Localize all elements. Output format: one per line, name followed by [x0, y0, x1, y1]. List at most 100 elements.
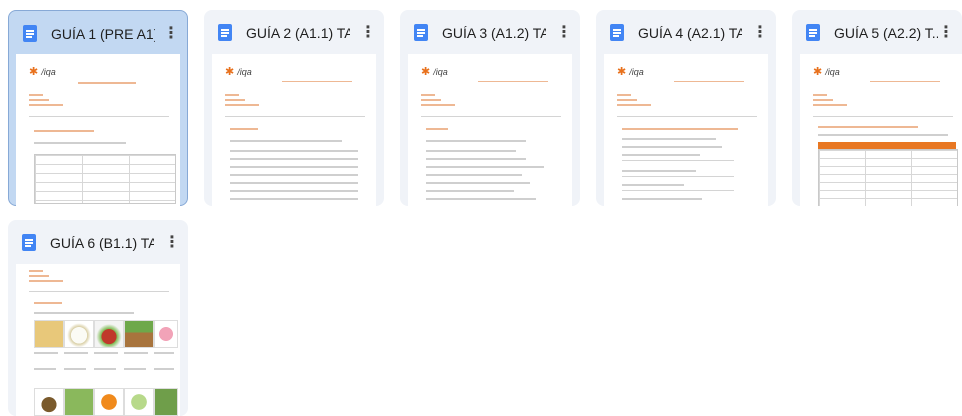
doc-text-line — [230, 140, 342, 142]
more-vert-icon[interactable]: ⋮ — [163, 23, 179, 45]
file-title[interactable]: GUÍA 1 (PRE A1) ... — [51, 25, 155, 43]
food-image-bowl — [34, 388, 64, 416]
doc-text-line — [230, 190, 358, 192]
document-thumbnail[interactable]: ✱/iqa — [604, 54, 768, 206]
file-title[interactable]: GUÍA 3 (A1.2) TA... — [442, 24, 546, 42]
doc-field-line — [421, 94, 435, 96]
doc-text-line — [154, 352, 174, 354]
doc-field-line — [617, 104, 651, 106]
file-title[interactable]: GUÍA 5 (A2.2) T... — [834, 24, 938, 42]
doc-text-line — [426, 198, 536, 200]
doc-text-line — [94, 352, 118, 354]
star-logo-icon: ✱ — [225, 66, 235, 78]
doc-text-line — [622, 138, 716, 140]
doc-text-line — [230, 182, 358, 184]
food-image-herbs — [154, 388, 178, 416]
doc-rule — [29, 291, 169, 292]
file-card-guia-4[interactable]: GUÍA 4 (A2.1) TA... ⋮ ✱/iqa — [596, 10, 776, 206]
siqa-logo: ✱/iqa — [813, 66, 840, 78]
doc-field-line — [225, 99, 245, 101]
food-image-cake — [154, 320, 178, 348]
doc-field-line — [617, 94, 631, 96]
doc-text-line — [124, 368, 146, 370]
doc-section-title — [818, 126, 918, 128]
doc-text-line — [94, 368, 116, 370]
doc-rule — [29, 116, 169, 117]
doc-field-line — [29, 270, 43, 272]
more-vert-icon[interactable]: ⋮ — [360, 22, 376, 44]
doc-text-line — [64, 368, 86, 370]
doc-field-line — [813, 94, 827, 96]
doc-field-line — [225, 104, 259, 106]
doc-answer-line — [622, 176, 734, 177]
doc-answer-line — [622, 190, 734, 191]
doc-heading-line — [282, 81, 352, 82]
doc-text-line — [154, 368, 174, 370]
doc-rule — [225, 116, 365, 117]
more-vert-icon[interactable]: ⋮ — [556, 22, 572, 44]
doc-text-line — [426, 174, 522, 176]
doc-field-line — [617, 99, 637, 101]
doc-text-line — [426, 140, 526, 142]
doc-field-line — [29, 99, 49, 101]
food-image-tomato — [94, 320, 124, 348]
doc-text-line — [622, 170, 696, 172]
file-title[interactable]: GUÍA 4 (A2.1) TA... — [638, 24, 742, 42]
file-card-guia-6[interactable]: GUÍA 6 (B1.1) TA... ⋮ — [8, 220, 188, 416]
document-thumbnail[interactable]: ✱/iqa — [212, 54, 376, 206]
more-vert-icon[interactable]: ⋮ — [938, 22, 954, 44]
doc-text-line — [64, 352, 88, 354]
food-image-orange — [94, 388, 124, 416]
doc-field-line — [29, 280, 63, 282]
doc-text-line — [426, 190, 514, 192]
document-thumbnail[interactable]: ✱/iqa — [16, 54, 180, 206]
doc-text-line — [622, 184, 684, 186]
doc-field-line — [813, 99, 833, 101]
file-card-header[interactable]: GUÍA 6 (B1.1) TA... ⋮ — [8, 220, 188, 264]
file-title[interactable]: GUÍA 2 (A1.1) TA... — [246, 24, 350, 42]
star-logo-icon: ✱ — [617, 66, 627, 78]
doc-table — [34, 154, 176, 204]
siqa-logo: ✱/iqa — [225, 66, 252, 78]
file-card-header[interactable]: GUÍA 2 (A1.1) TA... ⋮ — [204, 10, 384, 54]
google-docs-icon — [22, 234, 36, 251]
file-card-guia-1[interactable]: GUÍA 1 (PRE A1) ... ⋮ ✱/iqa — [8, 10, 188, 206]
file-card-header[interactable]: GUÍA 4 (A2.1) TA... ⋮ — [596, 10, 776, 54]
document-thumbnail[interactable]: ✱/iqa — [800, 54, 962, 206]
doc-text-line — [230, 158, 358, 160]
doc-field-line — [421, 99, 441, 101]
google-docs-icon — [23, 25, 37, 42]
doc-heading-line — [674, 81, 744, 82]
google-docs-icon — [218, 24, 232, 41]
file-card-header[interactable]: GUÍA 1 (PRE A1) ... ⋮ — [9, 11, 187, 55]
file-card-guia-5[interactable]: GUÍA 5 (A2.2) T... ⋮ ✱/iqa — [792, 10, 962, 206]
more-vert-icon[interactable]: ⋮ — [164, 232, 180, 254]
google-docs-icon — [806, 24, 820, 41]
file-card-guia-3[interactable]: GUÍA 3 (A1.2) TA... ⋮ ✱/iqa — [400, 10, 580, 206]
document-thumbnail[interactable] — [16, 264, 180, 416]
doc-text-line — [426, 150, 516, 152]
doc-text-line — [426, 158, 526, 160]
food-image-egg — [64, 320, 94, 348]
food-image-cheese — [124, 388, 154, 416]
file-card-header[interactable]: GUÍA 5 (A2.2) T... ⋮ — [792, 10, 962, 54]
doc-section-title — [34, 302, 62, 304]
more-vert-icon[interactable]: ⋮ — [752, 22, 768, 44]
star-logo-icon: ✱ — [421, 66, 431, 78]
doc-text-line — [230, 150, 358, 152]
doc-text-line — [124, 352, 148, 354]
document-thumbnail[interactable]: ✱/iqa — [408, 54, 572, 206]
doc-text-line — [818, 134, 948, 136]
doc-text-line — [230, 166, 358, 168]
doc-section-title — [426, 128, 448, 130]
doc-field-line — [29, 275, 49, 277]
doc-heading-line — [478, 81, 548, 82]
doc-field-line — [225, 94, 239, 96]
star-logo-icon: ✱ — [813, 66, 823, 78]
file-card-header[interactable]: GUÍA 3 (A1.2) TA... ⋮ — [400, 10, 580, 54]
file-card-guia-2[interactable]: GUÍA 2 (A1.1) TA... ⋮ ✱/iqa — [204, 10, 384, 206]
file-title[interactable]: GUÍA 6 (B1.1) TA... — [50, 234, 154, 252]
siqa-logo: ✱/iqa — [617, 66, 644, 78]
google-docs-icon — [414, 24, 428, 41]
doc-answer-line — [622, 160, 734, 161]
